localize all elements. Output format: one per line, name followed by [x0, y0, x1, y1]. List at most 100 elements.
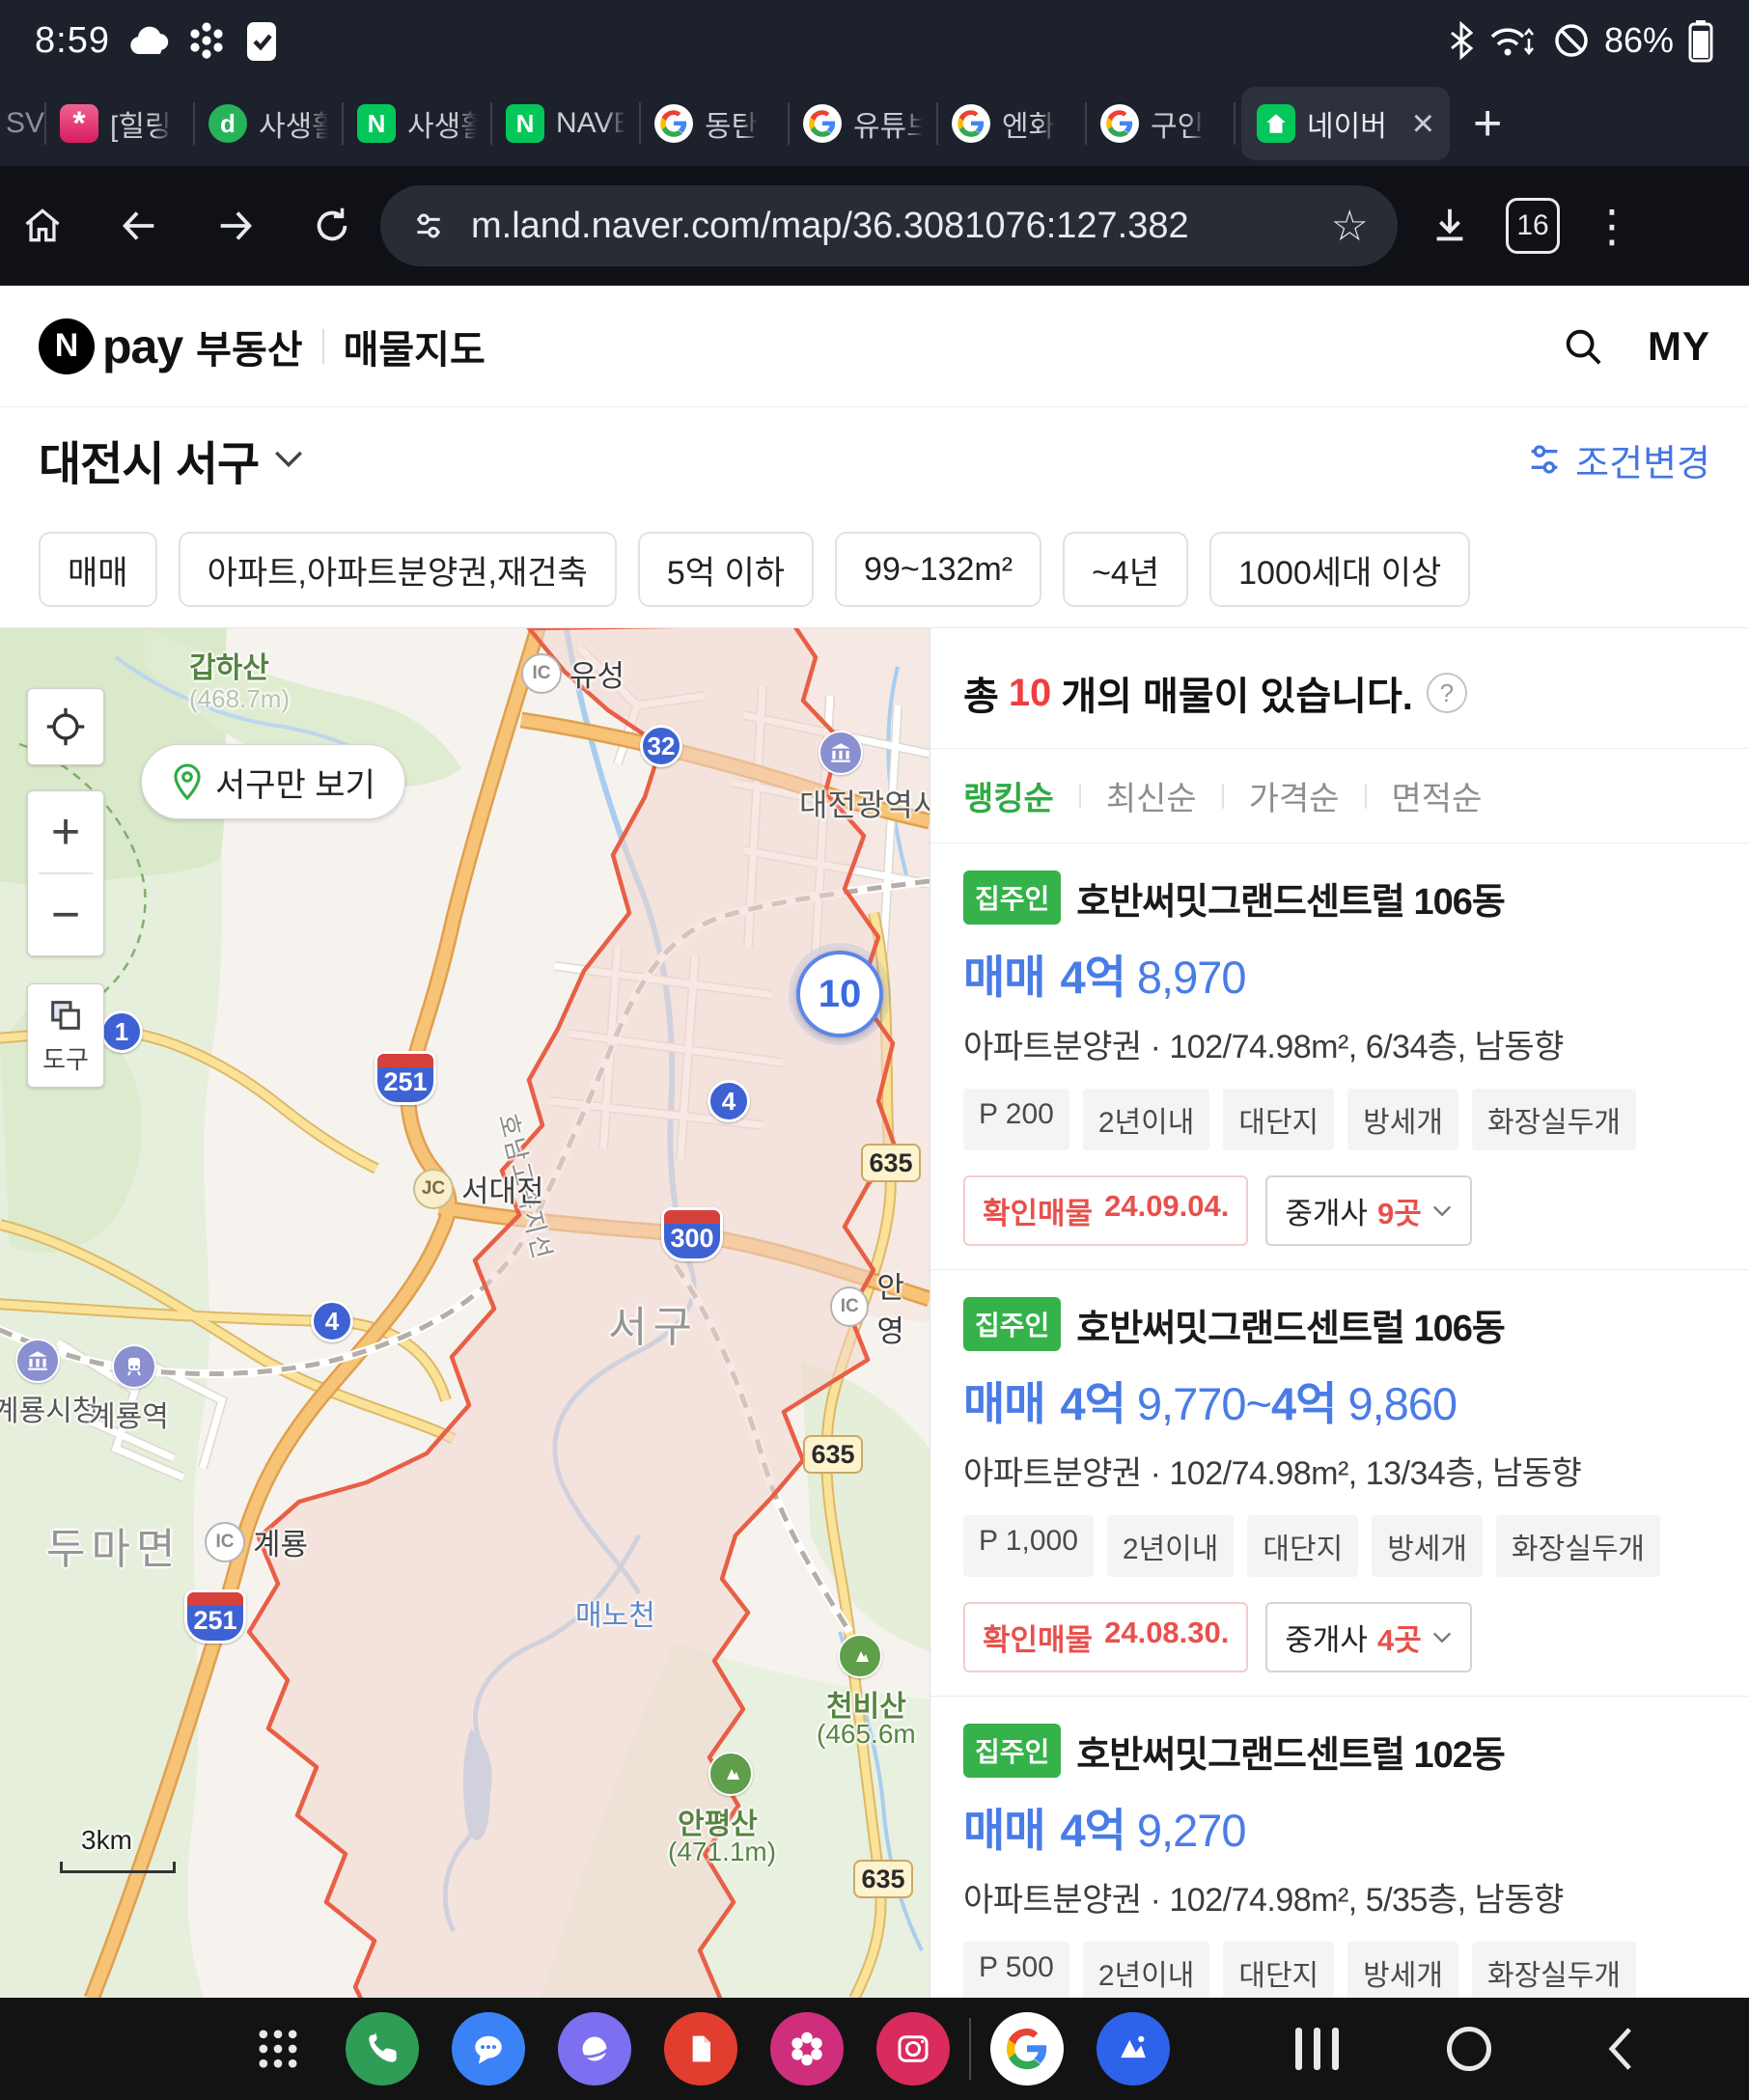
tab-partial[interactable]: SV — [0, 107, 44, 140]
listing-title[interactable]: 호반써밋그랜드센트럴 106동 — [1076, 1298, 1505, 1351]
reload-button[interactable] — [305, 199, 359, 253]
site-settings-icon[interactable] — [409, 207, 448, 245]
google-favicon — [803, 104, 842, 143]
phone-app-icon[interactable] — [346, 2012, 419, 2086]
show-only-seogu-button[interactable]: 서구만 보기 — [141, 744, 405, 819]
home-button[interactable] — [15, 199, 69, 253]
map-tools-button[interactable]: 도구 — [27, 983, 104, 1088]
notes-app-icon[interactable] — [664, 2012, 737, 2086]
filter-chip-trade-type[interactable]: 매매 — [39, 532, 157, 607]
poi-label-cityhall: 계룡시청 — [0, 1387, 98, 1429]
filter-chips: 매매 아파트,아파트분양권,재건축 5억 이하 99~132m² ~4년 100… — [0, 511, 1749, 627]
new-tab-button[interactable]: + — [1473, 95, 1502, 152]
browser-toolbar: m.land.naver.com/map/36.3081076:127.382 … — [0, 166, 1749, 286]
chevron-down-icon — [1431, 1203, 1453, 1219]
mountain-elev-cheonbisan: (465.6m — [817, 1719, 916, 1750]
ic-yuseong-badge: IC유성 — [521, 651, 625, 695]
divider — [322, 329, 324, 364]
sort-newest[interactable]: 최신순 — [1106, 772, 1197, 819]
zoom-in-button[interactable]: + — [28, 791, 103, 872]
url-bar[interactable]: m.land.naver.com/map/36.3081076:127.382 … — [380, 185, 1398, 266]
camera-app-icon[interactable] — [876, 2012, 950, 2086]
jc-seodaejeon-badge: JC서대전 — [413, 1167, 544, 1210]
verified-listing-badge: 확인매물24.08.30. — [963, 1602, 1248, 1672]
sort-area[interactable]: 면적순 — [1392, 772, 1483, 819]
broker-dropdown[interactable]: 중개사 4곳 — [1265, 1602, 1471, 1672]
sort-ranking[interactable]: 랭킹순 — [963, 772, 1054, 819]
url-text[interactable]: m.land.naver.com/map/36.3081076:127.382 — [471, 206, 1316, 247]
change-conditions-button[interactable]: 조건변경 — [1525, 433, 1710, 486]
naver-land-app-icon[interactable] — [1097, 2012, 1170, 2086]
forward-button[interactable] — [208, 199, 263, 253]
tab-privacy-1[interactable]: d 사생활 — [195, 81, 342, 166]
listing-item[interactable]: 집주인 호반써밋그랜드센트럴 102동 매매4억 9,270 아파트분양권 · … — [930, 1697, 1749, 1999]
current-location-button[interactable] — [27, 688, 104, 765]
tab-privacy-2[interactable]: N 사생활 — [344, 81, 490, 166]
back-nav-button[interactable] — [1599, 2024, 1642, 2074]
listing-item[interactable]: 집주인 호반써밋그랜드센트럴 106동 매매4억 9,770~4억 9,860 … — [930, 1270, 1749, 1697]
listing-item[interactable]: 집주인 호반써밋그랜드센트럴 106동 매매4억 8,970 아파트분양권 · … — [930, 843, 1749, 1270]
home-nav-button[interactable] — [1447, 2027, 1491, 2071]
app-drawer-button[interactable] — [241, 2012, 315, 2086]
bookmark-star-icon[interactable]: ☆ — [1331, 202, 1369, 251]
filter-chip-age[interactable]: ~4년 — [1063, 532, 1188, 607]
tab-naver[interactable]: N NAVER — [492, 81, 639, 166]
listing-cluster-marker[interactable]: 10 — [796, 951, 883, 1037]
region-selector[interactable]: 대전시 서구 — [39, 426, 259, 493]
close-tab-icon[interactable]: × — [1412, 102, 1434, 146]
bluetooth-icon — [1448, 21, 1475, 60]
filter-chip-price[interactable]: 5억 이하 — [638, 532, 814, 607]
tab-youtube[interactable]: 유튜브 — [790, 81, 936, 166]
google-favicon — [952, 104, 990, 143]
verified-listing-badge: 확인매물24.09.04. — [963, 1175, 1248, 1246]
internet-app-icon[interactable] — [558, 2012, 631, 2086]
zoom-out-button[interactable]: − — [28, 874, 103, 955]
results-count: 10 — [1009, 672, 1052, 715]
gallery-app-icon[interactable] — [770, 2012, 844, 2086]
content: 갑하산 (468.7m) IC유성 대전광역시 호남고속지선 32 1 251 … — [0, 627, 1749, 1998]
listing-tags: P 1,0002년이내 대단지방세개 화장실두개 — [963, 1515, 1716, 1577]
filter-chip-households[interactable]: 1000세대 이상 — [1209, 532, 1470, 607]
my-menu[interactable]: MY — [1648, 323, 1710, 370]
listing-title[interactable]: 호반써밋그랜드센트럴 106동 — [1076, 871, 1505, 925]
filter-chip-area[interactable]: 99~132m² — [835, 532, 1041, 607]
browser-menu-button[interactable]: ⋮ — [1585, 199, 1639, 253]
battery-percent: 86% — [1604, 20, 1674, 61]
tab-yen[interactable]: 엔화 — [938, 81, 1085, 166]
google-app-icon[interactable] — [990, 2012, 1064, 2086]
route-shield-635: 635 — [861, 1144, 921, 1182]
help-icon[interactable]: ? — [1427, 673, 1467, 713]
filter-chip-property-type[interactable]: 아파트,아파트분양권,재건축 — [179, 532, 617, 607]
broker-dropdown[interactable]: 중개사 9곳 — [1265, 1175, 1471, 1246]
tab-dongtan[interactable]: 동탄 — [641, 81, 788, 166]
dock-divider — [969, 2018, 971, 2080]
back-button[interactable] — [112, 199, 166, 253]
recents-button[interactable] — [1295, 2028, 1339, 2070]
tab-healing[interactable]: * [힐링 — [46, 81, 193, 166]
download-button[interactable] — [1423, 199, 1477, 253]
listing-info: 아파트분양권 · 102/74.98m², 13/34층, 남동향 — [963, 1447, 1716, 1494]
pay-logo-text[interactable]: pay — [102, 318, 182, 374]
d-favicon: d — [208, 104, 247, 143]
government-building-icon — [819, 731, 863, 775]
tab-active-naver-land[interactable]: 네이버 × — [1241, 87, 1450, 160]
wifi-icon — [1488, 21, 1539, 60]
chevron-down-icon[interactable] — [272, 448, 305, 471]
listing-title[interactable]: 호반써밋그랜드센트럴 102동 — [1076, 1725, 1505, 1778]
route-shield-4: 4 — [708, 1080, 750, 1122]
naver-pay-logo[interactable]: N — [39, 318, 95, 374]
stream-label-maenocheon: 매노천 — [575, 1591, 655, 1634]
listing-price: 매매4억 9,770~4억 9,860 — [963, 1367, 1716, 1433]
sort-price[interactable]: 가격순 — [1249, 772, 1340, 819]
tab-jobs[interactable]: 구인 — [1087, 81, 1234, 166]
mountain-elev-gaphasan: (468.7m) — [189, 684, 290, 714]
mountain-elev-anpyeongsan: (471.1m) — [668, 1837, 776, 1867]
tab-bar: SV * [힐링 d 사생활 N 사생활 N NAVER 동탄 유튜브 엔화 — [0, 81, 1749, 166]
map-canvas[interactable]: 갑하산 (468.7m) IC유성 대전광역시 호남고속지선 32 1 251 … — [0, 628, 930, 1999]
train-station-icon — [112, 1344, 156, 1389]
search-icon[interactable] — [1561, 324, 1605, 369]
google-favicon — [654, 104, 693, 143]
tab-switcher-button[interactable]: 16 — [1506, 199, 1560, 253]
section-label[interactable]: 부동산 — [196, 318, 302, 374]
messages-app-icon[interactable] — [452, 2012, 525, 2086]
